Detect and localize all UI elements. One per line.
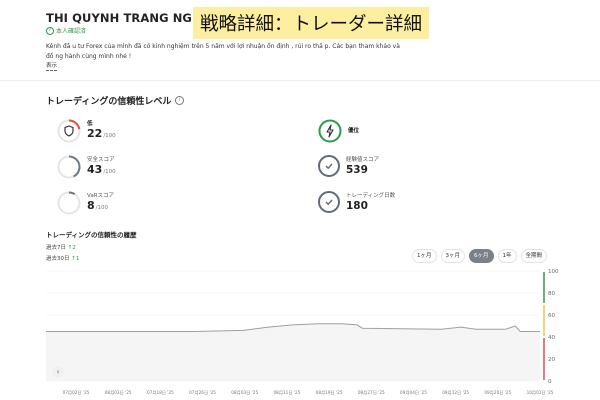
x-tick-label: 08月19日 '25: [316, 390, 343, 396]
level-ring: [57, 119, 81, 143]
past7-stat: 過去7日 ↑2: [46, 243, 76, 251]
history-title: トレーディングの信頼性の履歴: [46, 231, 137, 239]
banner-text: 戦略詳細：トレーダー詳細: [199, 14, 422, 35]
y-tick-label: 60: [548, 313, 555, 319]
x-tick-label: 08月27日 '25: [358, 390, 385, 396]
safety-score: 安全スコア 43/100: [57, 155, 116, 179]
series-area: [46, 323, 540, 381]
reliability-title: トレーディングの信頼性レベル i: [46, 94, 185, 107]
trader-description: Kênh đầ u tư Forex của mình đã có kinh n…: [46, 43, 400, 60]
trading-days-value: 180: [346, 200, 368, 212]
safety-ring: [57, 155, 81, 179]
x-tick-label: 10月01日 '25: [527, 390, 554, 396]
verified-badge: ✓ 本人確認済: [46, 26, 86, 35]
show-more-link[interactable]: 表示: [46, 63, 58, 71]
info-icon[interactable]: i: [175, 96, 185, 105]
var-score: VaRスコア 8/100: [57, 191, 114, 215]
x-tick-label: 07月18日 '25: [147, 390, 174, 396]
tab-3-months[interactable]: 3ヶ月: [440, 249, 465, 263]
past30-stat: 過去30日 ↑1: [46, 254, 79, 262]
level-suffix: /100: [103, 133, 116, 139]
x-tick-label: 08月11日 '25: [273, 390, 300, 396]
shield-icon: [64, 125, 74, 137]
trading-days-label: トレーディング日数: [346, 193, 396, 199]
rank-level: 優位: [318, 119, 359, 143]
var-ring: [57, 191, 81, 215]
safety-value: 43: [87, 163, 103, 176]
reliability-level: 低 22/100: [57, 119, 116, 143]
safety-suffix: /100: [103, 169, 116, 175]
check-circle-icon: [318, 155, 340, 177]
reliability-history-chart: 100 80 60 40 20 0 07月02日 '25 08月03日 '25 07月18日 '…: [46, 269, 559, 396]
var-suffix: /100: [95, 205, 109, 211]
check-circle-icon: [318, 191, 340, 213]
y-tick-label: 0: [548, 379, 552, 385]
trading-days: トレーディング日数 180: [318, 191, 395, 213]
title-banner: 戦略詳細：トレーダー詳細: [193, 7, 429, 39]
past7-label: 過去7日: [46, 245, 66, 251]
level-value: 22: [87, 127, 103, 140]
bolt-icon: [326, 124, 334, 138]
period-tabs: 1ヶ月 3ヶ月 6ヶ月 1年 全期間: [412, 249, 548, 263]
rank-ring: [318, 119, 342, 143]
experience-label: 経験値スコア: [346, 157, 380, 163]
reliability-title-text: トレーディングの信頼性レベル: [46, 97, 172, 107]
tab-all-time[interactable]: 全期間: [520, 249, 548, 263]
x-tick-label: 09月04日 '25: [400, 390, 427, 396]
y-tick-label: 40: [548, 335, 555, 341]
tab-1-year[interactable]: 1年: [497, 249, 517, 263]
tab-6-months[interactable]: 6ヶ月: [469, 249, 494, 263]
x-tick-label: 09月12日 '25: [442, 390, 469, 396]
var-value: 8: [87, 199, 95, 212]
y-tick-label: 100: [548, 269, 559, 275]
experience-value: 539: [346, 164, 368, 176]
verified-label: 本人確認済: [56, 28, 87, 35]
x-tick-label: 08月03日 '25: [231, 390, 258, 396]
y-tick-label: 20: [548, 357, 555, 363]
check-circle-icon: ✓: [46, 26, 54, 35]
x-tick-label: 08月03日 '25: [105, 390, 132, 396]
x-tick-label: 07月02日 '25: [63, 390, 90, 396]
experience-score: 経験値スコア 539: [318, 155, 379, 177]
chevron-left-icon[interactable]: ‹: [52, 366, 64, 378]
x-tick-label: 09月20日 '25: [484, 390, 511, 396]
x-tick-label: 07月26日 '25: [189, 390, 216, 396]
section-divider: [0, 80, 600, 81]
tab-1-month[interactable]: 1ヶ月: [412, 249, 437, 263]
rank-label: 優位: [348, 128, 360, 134]
past7-value: 2: [72, 245, 76, 251]
y-tick-label: 80: [548, 291, 555, 297]
